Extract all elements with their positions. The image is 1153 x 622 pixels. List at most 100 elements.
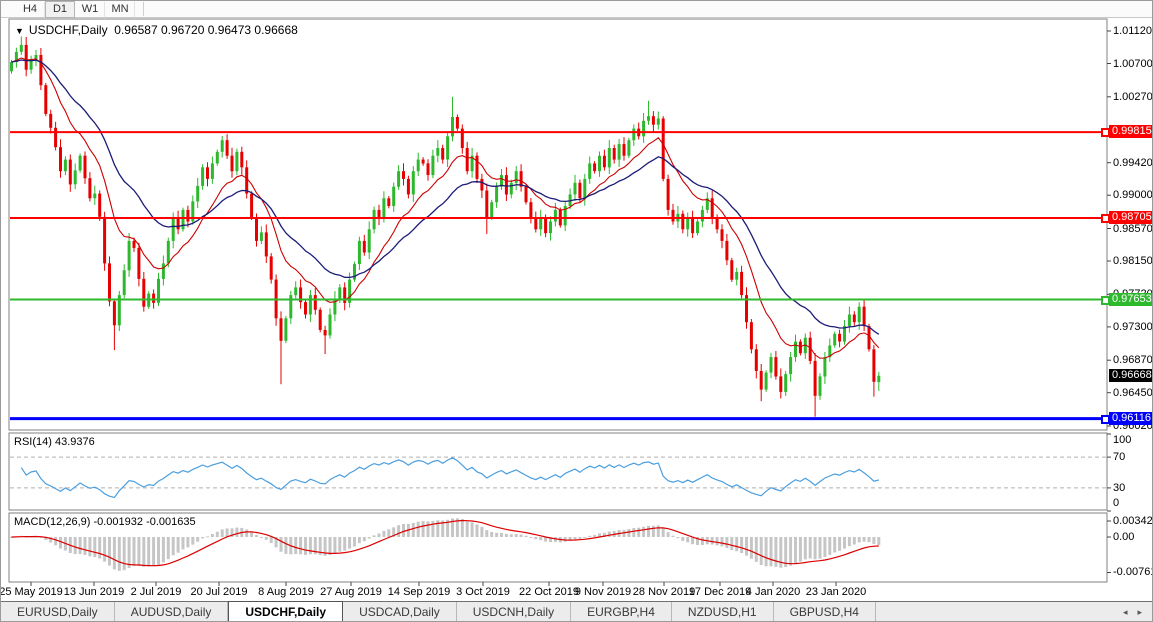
date-axis-label: 9 Nov 2019 — [575, 586, 631, 598]
price-level-drag-handle[interactable] — [1101, 214, 1110, 223]
price-axis-label: 0.97300 — [1113, 321, 1153, 333]
candle-body — [598, 156, 601, 172]
macd-histogram-bar — [495, 533, 498, 537]
chart-symbol-label: USDCHF,Daily — [29, 23, 108, 37]
price-level-drag-handle[interactable] — [1101, 296, 1110, 305]
symbol-tab-nzdusd[interactable]: NZDUSD,H1 — [672, 602, 774, 622]
date-axis-label: 23 Jan 2020 — [806, 586, 867, 598]
candle-body — [392, 187, 395, 206]
symbol-tab-usdcnh[interactable]: USDCNH,Daily — [457, 602, 571, 622]
macd-histogram-bar — [177, 537, 180, 553]
price-axis-label: 1.01120 — [1113, 25, 1152, 37]
candle-body — [387, 198, 390, 206]
candle-body — [240, 152, 243, 168]
candle-body — [495, 187, 498, 203]
macd-histogram-bar — [378, 533, 381, 537]
macd-histogram-bar — [833, 537, 836, 553]
price-axis-label: 1.00700 — [1113, 58, 1153, 70]
candle-body — [231, 156, 234, 172]
candle-body — [35, 55, 38, 59]
symbol-tab-gbpusd[interactable]: GBPUSD,H4 — [774, 602, 876, 622]
candle-body — [696, 222, 699, 234]
current-price-tag: 0.96668 — [1109, 369, 1153, 382]
tab-scroll-right-icon[interactable]: ▸ — [1137, 607, 1142, 618]
tab-scroll-left-icon[interactable]: ◂ — [1123, 607, 1128, 618]
candle-body — [877, 376, 880, 382]
macd-indicator-label: MACD(12,26,9) -0.001932 -0.001635 — [14, 516, 196, 528]
candle-body — [64, 160, 67, 172]
date-axis-label: 13 Jun 2019 — [64, 586, 125, 598]
candle-body — [128, 241, 131, 270]
macd-histogram-bar — [863, 537, 866, 542]
macd-histogram-bar — [647, 526, 650, 537]
candle-body — [182, 210, 185, 229]
macd-histogram-bar — [583, 537, 586, 538]
mt4-window: H4D1W1MN ▼USDCHF,Daily 0.96587 0.96720 0… — [0, 0, 1153, 622]
macd-histogram-bar — [118, 537, 121, 571]
price-level-drag-handle[interactable] — [1101, 128, 1110, 137]
candle-body — [608, 148, 611, 167]
symbol-tab-usdchf[interactable]: USDCHF,Daily — [228, 601, 343, 622]
macd-histogram-bar — [838, 537, 841, 551]
candle-body — [123, 270, 126, 295]
macd-axis-label: 0.003428 — [1113, 515, 1153, 527]
macd-histogram-bar — [750, 537, 753, 559]
candle-body — [662, 119, 665, 179]
macd-histogram-bar — [471, 522, 474, 537]
macd-histogram-bar — [652, 526, 655, 537]
macd-histogram-bar — [794, 537, 797, 563]
macd-histogram-bar — [578, 537, 581, 539]
candle-body — [49, 114, 52, 128]
macd-histogram-bar — [789, 537, 792, 566]
candle-body — [74, 170, 77, 184]
candle-body — [177, 218, 180, 230]
macd-histogram-bar — [529, 537, 532, 538]
candle-body — [265, 232, 268, 256]
macd-histogram-bar — [113, 537, 116, 570]
candle-body — [142, 279, 145, 307]
candle-body — [652, 116, 655, 125]
candle-body — [613, 148, 616, 160]
macd-histogram-bar — [877, 537, 880, 545]
macd-histogram-bar — [353, 537, 356, 546]
macd-histogram-bar — [770, 537, 773, 566]
candle-body — [59, 147, 62, 171]
symbol-dropdown-icon[interactable]: ▼ — [15, 26, 24, 36]
candle-body — [235, 152, 238, 171]
symbol-tab-eurusd[interactable]: EURUSD,Daily — [1, 602, 115, 622]
symbol-tab-audusd[interactable]: AUDUSD,Daily — [115, 602, 229, 622]
macd-histogram-bar — [828, 537, 831, 555]
rsi-axis-label: 70 — [1113, 451, 1125, 463]
price-level-drag-handle[interactable] — [1101, 415, 1110, 424]
candle-body — [172, 218, 175, 241]
macd-histogram-bar — [716, 537, 719, 545]
symbol-tab-usdcad[interactable]: USDCAD,Daily — [343, 602, 457, 622]
date-axis-label: 25 May 2019 — [0, 586, 63, 598]
candle-body — [84, 156, 87, 179]
macd-histogram-bar — [103, 537, 106, 562]
candle-body — [529, 202, 532, 218]
macd-histogram-bar — [485, 530, 488, 537]
price-axis-label: 0.96870 — [1113, 354, 1153, 366]
macd-histogram-bar — [309, 537, 312, 554]
chart-canvas[interactable] — [1, 1, 1153, 622]
macd-histogram-bar — [505, 534, 508, 537]
macd-histogram-bar — [191, 537, 194, 545]
macd-histogram-bar — [534, 537, 537, 539]
macd-histogram-bar — [868, 537, 871, 542]
macd-histogram-bar — [270, 537, 273, 543]
candle-body — [456, 117, 459, 129]
macd-histogram-bar — [730, 537, 733, 550]
candle-body — [79, 156, 82, 171]
candle-body — [618, 144, 621, 160]
macd-histogram-bar — [206, 536, 209, 537]
candle-body — [98, 194, 101, 217]
candle-body — [833, 334, 836, 346]
macd-histogram-bar — [368, 537, 371, 539]
symbol-tab-eurgbp[interactable]: EURGBP,H4 — [571, 602, 672, 622]
macd-histogram-bar — [721, 537, 724, 546]
macd-histogram-bar — [333, 537, 336, 554]
macd-histogram-bar — [88, 537, 91, 556]
candle-body — [407, 179, 410, 195]
macd-histogram-bar — [461, 519, 464, 537]
